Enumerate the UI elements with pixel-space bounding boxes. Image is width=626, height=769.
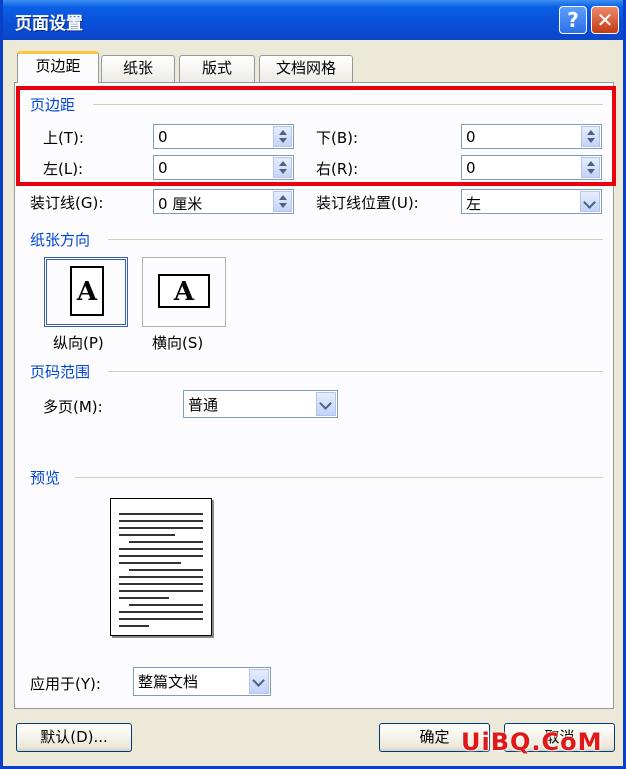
portrait-page-icon: A <box>70 266 104 316</box>
tab-label: 纸张 <box>122 59 153 77</box>
spin-up-icon <box>279 130 287 135</box>
landscape-page-icon: A <box>158 274 210 308</box>
portrait-option[interactable]: A <box>44 257 128 327</box>
tab-paper[interactable]: 纸张 <box>101 55 175 82</box>
pages-group-title: 页码范围 <box>30 361 95 382</box>
orientation-group-title: 纸张方向 <box>30 229 95 250</box>
spin-down-icon <box>279 169 287 174</box>
multiple-pages-label: 多页(M): <box>43 398 103 416</box>
help-button[interactable]: ? <box>559 6 587 34</box>
multiple-pages-select[interactable]: 普通 <box>183 390 338 418</box>
chevron-down-icon <box>252 674 265 687</box>
gutter-value: 0 厘米 <box>158 195 203 213</box>
default-button-label: 默认(D)... <box>40 728 108 746</box>
landscape-label: 横向(S) <box>152 334 204 352</box>
tab-layout[interactable]: 版式 <box>179 55 255 82</box>
top-margin-spinner[interactable] <box>273 126 292 147</box>
right-margin-label: 右(R): <box>316 160 359 178</box>
page-preview <box>110 498 212 636</box>
group-divider <box>108 239 603 240</box>
close-button[interactable]: ✕ <box>591 6 619 34</box>
apply-to-select[interactable]: 整篇文档 <box>133 667 271 696</box>
dialog-title: 页面设置 <box>15 14 83 34</box>
left-margin-label: 左(L): <box>43 160 84 178</box>
page-letter: A <box>173 277 195 307</box>
group-divider <box>93 104 603 105</box>
dropdown-button[interactable] <box>580 191 600 212</box>
right-margin-value: 0 <box>466 159 476 177</box>
watermark: UiBQ.CoM <box>461 728 603 756</box>
top-margin-input[interactable]: 0 <box>153 124 294 149</box>
tab-margins[interactable]: 页边距 <box>17 51 99 83</box>
group-divider <box>75 477 603 478</box>
ok-button-label: 确定 <box>419 728 450 746</box>
margins-group-title: 页边距 <box>30 94 80 115</box>
bottom-margin-spinner[interactable] <box>581 126 600 147</box>
group-divider <box>108 371 603 372</box>
right-margin-input[interactable]: 0 <box>461 155 602 180</box>
dropdown-button[interactable] <box>316 392 336 416</box>
gutter-spinner[interactable] <box>273 191 292 212</box>
gutter-position-select[interactable]: 左 <box>461 189 602 214</box>
tab-label: 页边距 <box>35 57 81 75</box>
tab-label: 版式 <box>201 59 232 77</box>
page-letter: A <box>76 277 98 307</box>
page-setup-dialog: 页面设置 ? ✕ 页边距 纸张 版式 文档网格 页边距 上(T): 0 下(B)… <box>0 0 626 769</box>
gutter-input[interactable]: 0 厘米 <box>153 189 294 214</box>
close-icon: ✕ <box>596 8 614 32</box>
bottom-margin-label: 下(B): <box>316 129 359 147</box>
tab-document-grid[interactable]: 文档网格 <box>259 55 353 82</box>
top-margin-value: 0 <box>158 128 168 146</box>
portrait-label: 纵向(P) <box>53 334 104 352</box>
spin-down-icon <box>587 138 595 143</box>
preview-group-title: 预览 <box>30 467 65 488</box>
chevron-down-icon <box>319 397 332 410</box>
right-margin-spinner[interactable] <box>581 157 600 178</box>
bottom-margin-input[interactable]: 0 <box>461 124 602 149</box>
spin-down-icon <box>279 203 287 208</box>
left-margin-spinner[interactable] <box>273 157 292 178</box>
spin-up-icon <box>587 130 595 135</box>
tab-label: 文档网格 <box>275 59 336 77</box>
gutter-position-value: 左 <box>466 195 482 213</box>
left-margin-input[interactable]: 0 <box>153 155 294 180</box>
apply-to-label: 应用于(Y): <box>30 675 101 693</box>
gutter-position-label: 装订线位置(U): <box>316 194 419 212</box>
spin-up-icon <box>279 195 287 200</box>
top-margin-label: 上(T): <box>43 129 84 147</box>
left-margin-value: 0 <box>158 159 168 177</box>
landscape-option[interactable]: A <box>142 257 226 327</box>
title-bar[interactable]: 页面设置 ? ✕ <box>3 0 623 40</box>
apply-to-value: 整篇文档 <box>138 673 199 691</box>
chevron-down-icon <box>583 196 596 209</box>
bottom-margin-value: 0 <box>466 128 476 146</box>
multiple-pages-value: 普通 <box>188 396 219 414</box>
spin-up-icon <box>587 161 595 166</box>
help-icon: ? <box>567 8 579 32</box>
spin-down-icon <box>587 169 595 174</box>
default-button[interactable]: 默认(D)... <box>16 723 132 752</box>
spin-up-icon <box>279 161 287 166</box>
dropdown-button[interactable] <box>249 669 269 694</box>
gutter-label: 装订线(G): <box>30 194 104 212</box>
spin-down-icon <box>279 138 287 143</box>
